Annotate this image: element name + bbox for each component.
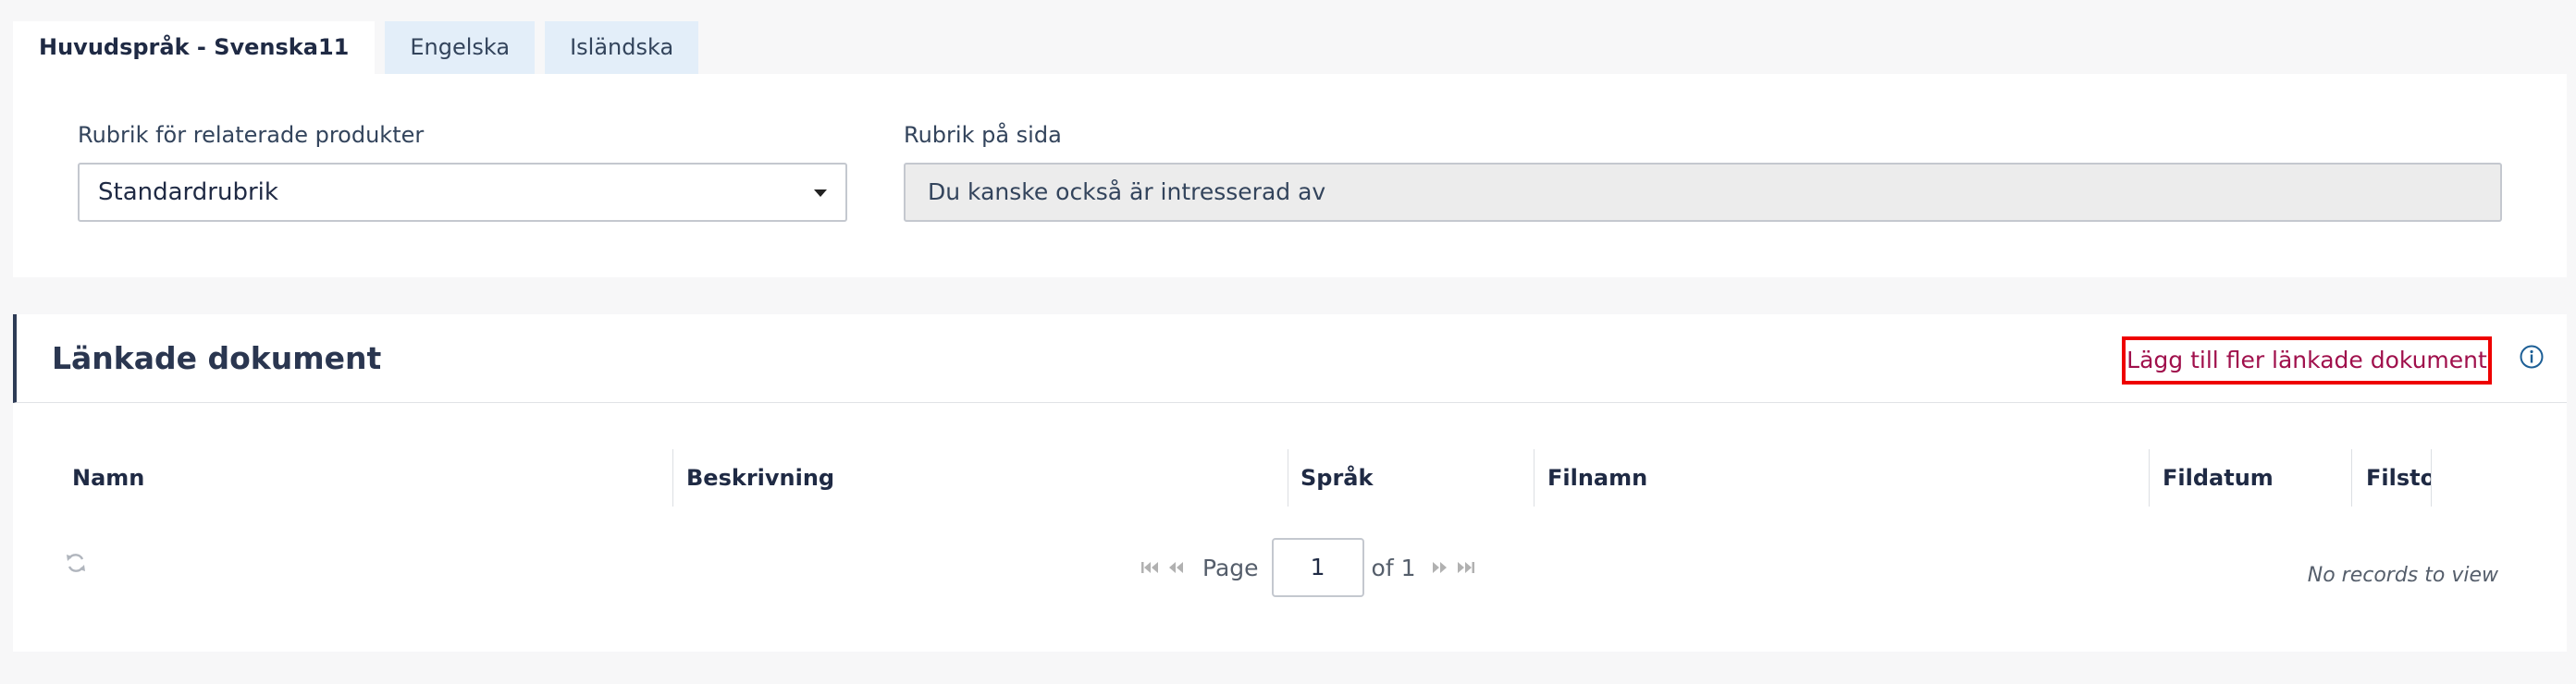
tab-huvudsprak[interactable]: Huvudspråk - Svenska11	[13, 21, 376, 74]
related-heading-value: Standardrubrik	[98, 178, 278, 206]
first-page-icon[interactable]	[1140, 556, 1165, 579]
column-header-namn[interactable]: Namn	[72, 449, 664, 507]
language-tabs: Huvudspråk - Svenska11 Engelska Isländsk…	[13, 21, 709, 74]
column-divider[interactable]	[1534, 449, 1535, 507]
related-heading-label: Rubrik för relaterade produkter	[78, 122, 425, 148]
tab-engelska[interactable]: Engelska	[385, 21, 536, 74]
page-number-input[interactable]: 1	[1271, 538, 1364, 597]
column-divider[interactable]	[2431, 449, 2432, 507]
refresh-icon[interactable]	[64, 551, 88, 575]
column-divider[interactable]	[2149, 449, 2150, 507]
last-page-icon[interactable]	[1454, 556, 1480, 579]
linked-documents-card: Länkade dokument Lägg till fler länkade …	[13, 314, 2567, 652]
previous-page-icon[interactable]	[1165, 556, 1191, 579]
column-header-filstorlek[interactable]: Filstorlek	[2366, 449, 2431, 507]
page-heading-label: Rubrik på sida	[904, 122, 1062, 148]
page-label: Page	[1202, 554, 1259, 581]
page-count-label: of 1	[1371, 554, 1416, 581]
tab-islandska[interactable]: Isländska	[545, 21, 699, 74]
info-icon[interactable]	[2519, 344, 2545, 370]
pager: Page 1 of 1	[1140, 538, 1480, 597]
column-divider[interactable]	[672, 449, 673, 507]
column-divider[interactable]	[2351, 449, 2352, 507]
next-page-icon[interactable]	[1428, 556, 1454, 579]
empty-state-text: No records to view	[2307, 564, 2498, 587]
page-heading-value: Du kanske också är intresserad av	[928, 178, 1326, 205]
column-header-filnamn[interactable]: Filnamn	[1547, 449, 2139, 507]
linked-documents-header: Länkade dokument Lägg till fler länkade …	[13, 314, 2567, 403]
page-heading-field[interactable]: Du kanske också är intresserad av	[904, 163, 2502, 222]
column-header-sprak[interactable]: Språk	[1300, 449, 1532, 507]
add-linked-documents-link[interactable]: Lägg till fler länkade dokument	[2122, 336, 2492, 385]
headings-card: Rubrik för relaterade produkter Standard…	[13, 74, 2567, 277]
related-heading-select[interactable]: Standardrubrik	[78, 163, 847, 222]
caret-down-icon	[814, 189, 827, 197]
column-header-fildatum[interactable]: Fildatum	[2163, 449, 2348, 507]
column-header-beskrivning[interactable]: Beskrivning	[686, 449, 1278, 507]
section-title: Länkade dokument	[52, 340, 382, 376]
